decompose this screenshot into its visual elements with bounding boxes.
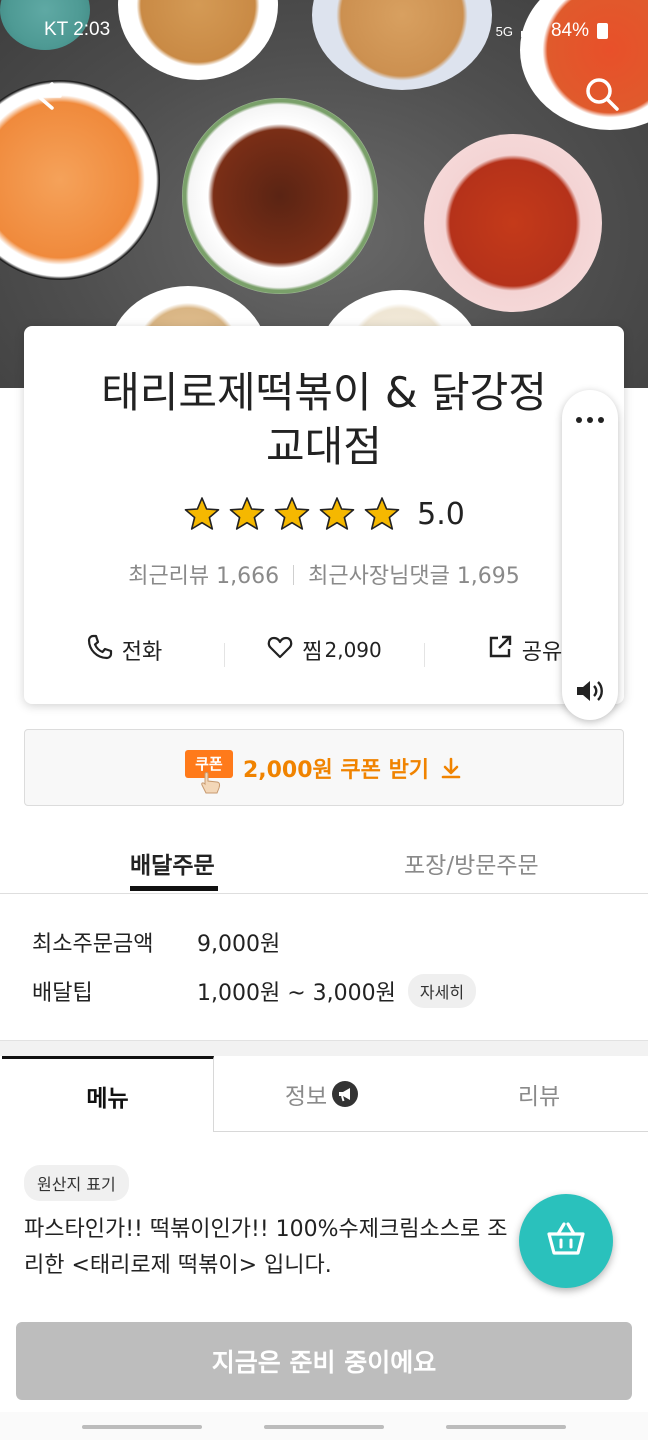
- content-tabs: 메뉴 정보 리뷰: [0, 1056, 648, 1132]
- speaker-icon[interactable]: [574, 676, 606, 706]
- favorite-button[interactable]: 찜 2,090: [224, 633, 424, 667]
- signal-icon: [520, 19, 543, 43]
- recent-reviews-count[interactable]: 최근리뷰 1,666: [128, 564, 279, 589]
- store-info-card: 태리로제떡볶이 & 닭강정 교대점 5.0 최근리뷰 1,666 최근사장님댓글 …: [24, 326, 624, 704]
- store-name-line1: 태리로제떡볶이 & 닭강정: [101, 368, 547, 417]
- store-description: 파스타인가!! 떡볶이인가!! 100%수제크림소스로 조리한 <태리로제 떡볶…: [24, 1217, 508, 1278]
- tab-menu-label: 메뉴: [86, 1085, 129, 1112]
- heart-icon: [266, 633, 294, 667]
- search-icon[interactable]: [582, 74, 622, 114]
- nav-recent-handle[interactable]: [82, 1425, 202, 1429]
- plate-soy-tteokbokki: [182, 98, 378, 294]
- star-icon: [274, 497, 310, 530]
- tab-review[interactable]: 리뷰: [430, 1056, 648, 1132]
- tab-delivery-order[interactable]: 배달주문: [130, 846, 215, 880]
- tip-detail-button[interactable]: 자세히: [407, 974, 477, 1008]
- store-name: 태리로제떡볶이 & 닭강정 교대점: [64, 366, 584, 474]
- store-name-line2: 교대점: [266, 422, 382, 471]
- network-label: 5G: [495, 23, 513, 39]
- rating-stars: [183, 496, 401, 532]
- tab-pickup-order[interactable]: 포장/방문주문: [404, 846, 539, 880]
- favorite-label: 찜: [302, 640, 323, 665]
- tab-menu[interactable]: 메뉴: [2, 1056, 214, 1132]
- order-type-tabs: 배달주문 포장/방문주문: [0, 836, 648, 894]
- min-order-label: 최소주문금액: [32, 932, 154, 957]
- star-icon: [319, 497, 355, 530]
- coupon-text: 2,000원 쿠폰 받기: [242, 757, 430, 783]
- delivery-tip-value: 1,000원 ~ 3,000원: [197, 981, 396, 1006]
- min-order-value: 9,000원: [197, 932, 281, 957]
- rating-value: 5.0: [417, 496, 465, 532]
- tab-review-label: 리뷰: [517, 1083, 561, 1110]
- star-icon: [184, 497, 220, 530]
- delivery-tip-label: 배달팁: [32, 981, 93, 1006]
- delivery-tip-row: 배달팁 1,000원 ~ 3,000원 자세히: [32, 974, 477, 1008]
- phone-icon: [86, 633, 114, 667]
- call-button[interactable]: 전화: [24, 633, 224, 667]
- status-icons: 5G 84%: [496, 19, 608, 43]
- call-label: 전화: [121, 640, 163, 665]
- preparing-status-button[interactable]: 지금은 준비 중이에요: [16, 1322, 632, 1400]
- more-icon[interactable]: [572, 406, 608, 430]
- share-icon: [486, 633, 514, 667]
- tab-info[interactable]: 정보: [214, 1056, 430, 1132]
- back-arrow-icon[interactable]: [26, 76, 66, 116]
- share-label: 공유: [521, 640, 563, 665]
- active-tab-indicator: [130, 886, 218, 891]
- coupon-badge: 쿠폰: [184, 744, 233, 793]
- star-icon: [229, 497, 265, 530]
- min-order-row: 최소주문금액 9,000원: [32, 926, 280, 958]
- origin-label-button[interactable]: 원산지 표기: [24, 1165, 129, 1201]
- status-bar: KT 2:03 5G 84%: [0, 0, 648, 62]
- basket-icon: [545, 1220, 587, 1262]
- download-arrow-icon: [439, 756, 463, 780]
- system-nav-bar: [0, 1412, 648, 1440]
- counts-divider: [293, 565, 295, 585]
- battery-icon: [597, 23, 608, 39]
- hand-pointer-icon: [201, 771, 221, 793]
- status-time: KT 2:03: [44, 19, 111, 40]
- rating-row: 5.0: [24, 496, 624, 532]
- plate-rose-tteokbokki: [0, 80, 160, 280]
- review-counts: 최근리뷰 1,666 최근사장님댓글 1,695: [24, 558, 624, 590]
- floating-side-panel[interactable]: [562, 390, 618, 720]
- section-divider: [0, 1040, 648, 1056]
- favorite-count: 2,090: [324, 638, 382, 662]
- nav-back-handle[interactable]: [446, 1425, 566, 1429]
- cart-fab-button[interactable]: [519, 1194, 613, 1288]
- plate-gangjeong: [424, 134, 602, 312]
- store-actions: 전화 찜 2,090 공유: [24, 628, 624, 672]
- star-icon: [364, 497, 400, 530]
- nav-home-handle[interactable]: [264, 1425, 384, 1429]
- coupon-download-button[interactable]: 쿠폰 2,000원 쿠폰 받기: [24, 729, 624, 806]
- battery-percent: 84%: [550, 20, 589, 41]
- megaphone-icon: [331, 1080, 359, 1108]
- tab-info-label: 정보: [284, 1083, 328, 1110]
- owner-replies-count[interactable]: 최근사장님댓글 1,695: [308, 564, 520, 589]
